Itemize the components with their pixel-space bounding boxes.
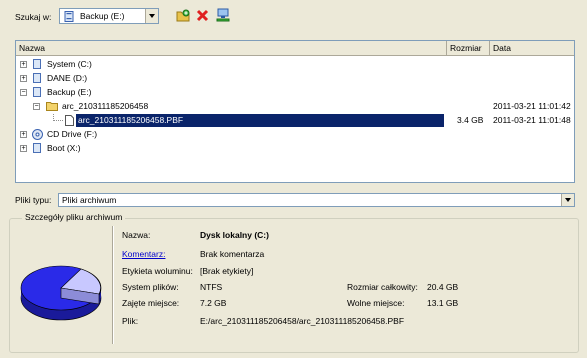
- total-size-label: Rozmiar całkowity:: [347, 282, 418, 292]
- location-value: Backup (E:): [80, 11, 125, 21]
- filesystem-value: NTFS: [200, 282, 223, 292]
- tree-row-label: Backup (E:): [47, 87, 92, 97]
- comment-link[interactable]: Komentarz:: [122, 249, 165, 259]
- file-type-dropdown[interactable]: Pliki archiwum: [58, 193, 575, 207]
- name-label: Nazwa:: [122, 230, 151, 240]
- tree-row-label: arc_210311185206458: [62, 101, 149, 111]
- archive-details-title: Szczegóły pliku archiwum: [22, 212, 126, 222]
- expand-icon[interactable]: +: [20, 61, 27, 68]
- used-space-value: 7.2 GB: [200, 298, 227, 308]
- tree-row-backup[interactable]: − Backup (E:): [16, 86, 574, 99]
- free-space-label: Wolne miejsce:: [347, 298, 405, 308]
- tree-row-size: 3.4 GB: [457, 115, 484, 125]
- drive-icon: [33, 73, 41, 83]
- tree-row-cd-drive[interactable]: + CD Drive (F:): [16, 128, 574, 141]
- collapse-icon[interactable]: −: [20, 89, 27, 96]
- tree-row-system[interactable]: + System (C:): [16, 58, 574, 71]
- tree-row-label: arc_210311185206458.PBF: [76, 114, 444, 127]
- look-in-label: Szukaj w:: [15, 12, 52, 22]
- tree-row-pbf-file[interactable]: arc_210311185206458.PBF 3.4 GB 2011-03-2…: [16, 114, 574, 127]
- column-date[interactable]: Data: [490, 41, 574, 55]
- file-path-value: E:/arc_210311185206458/arc_2103111852064…: [200, 316, 405, 326]
- details-divider: [112, 226, 114, 344]
- free-space-value: 13.1 GB: [427, 298, 459, 308]
- tree-row-date: 2011-03-21 11:01:42: [493, 101, 571, 111]
- expand-icon[interactable]: +: [20, 131, 27, 138]
- delete-icon[interactable]: [196, 9, 212, 25]
- column-size[interactable]: Rozmiar: [447, 41, 490, 55]
- expand-icon[interactable]: +: [20, 145, 27, 152]
- tree-row-date: 2011-03-21 11:01:48: [493, 115, 571, 125]
- comment-value: Brak komentarza: [200, 249, 265, 259]
- column-header: Nazwa Rozmiar Data: [16, 41, 574, 56]
- chevron-down-icon[interactable]: [561, 194, 574, 206]
- disk-usage-pie-icon: [19, 258, 103, 326]
- used-space-label: Zajęte miejsce:: [122, 298, 180, 308]
- filesystem-label: System plików:: [122, 282, 179, 292]
- column-name[interactable]: Nazwa: [16, 41, 447, 55]
- tree-row-dane[interactable]: + DANE (D:): [16, 72, 574, 85]
- tree-row-label: DANE (D:): [47, 73, 88, 83]
- drive-icon: [33, 87, 41, 97]
- tree-row-label: System (C:): [47, 59, 92, 69]
- location-dropdown[interactable]: Backup (E:): [59, 8, 159, 24]
- tree-connector: [54, 120, 63, 121]
- volume-label-value: [Brak etykiety]: [200, 266, 254, 276]
- drive-icon: [33, 59, 41, 69]
- file-type-value: Pliki archiwum: [62, 195, 117, 205]
- tree-row-archive-folder[interactable]: − arc_210311185206458 2011-03-21 11:01:4…: [16, 100, 574, 113]
- tree-row-boot[interactable]: + Boot (X:): [16, 142, 574, 155]
- network-icon[interactable]: [216, 8, 232, 24]
- total-size-value: 20.4 GB: [427, 282, 459, 292]
- file-path-label: Plik:: [122, 316, 139, 326]
- folder-icon: [46, 101, 58, 115]
- expand-icon[interactable]: +: [20, 75, 27, 82]
- volume-label-label: Etykieta woluminu:: [122, 266, 193, 276]
- name-value: Dysk lokalny (C:): [200, 230, 269, 240]
- tree-row-label: CD Drive (F:): [47, 129, 98, 139]
- file-browser-panel[interactable]: Nazwa Rozmiar Data + System (C:) + DANE …: [15, 40, 575, 183]
- new-folder-icon[interactable]: [176, 9, 192, 25]
- drive-icon: [33, 143, 41, 153]
- tree-row-label: Boot (X:): [47, 143, 81, 153]
- drive-icon: [63, 11, 75, 24]
- file-type-label: Pliki typu:: [15, 195, 52, 205]
- chevron-down-icon[interactable]: [145, 9, 158, 23]
- collapse-icon[interactable]: −: [33, 103, 40, 110]
